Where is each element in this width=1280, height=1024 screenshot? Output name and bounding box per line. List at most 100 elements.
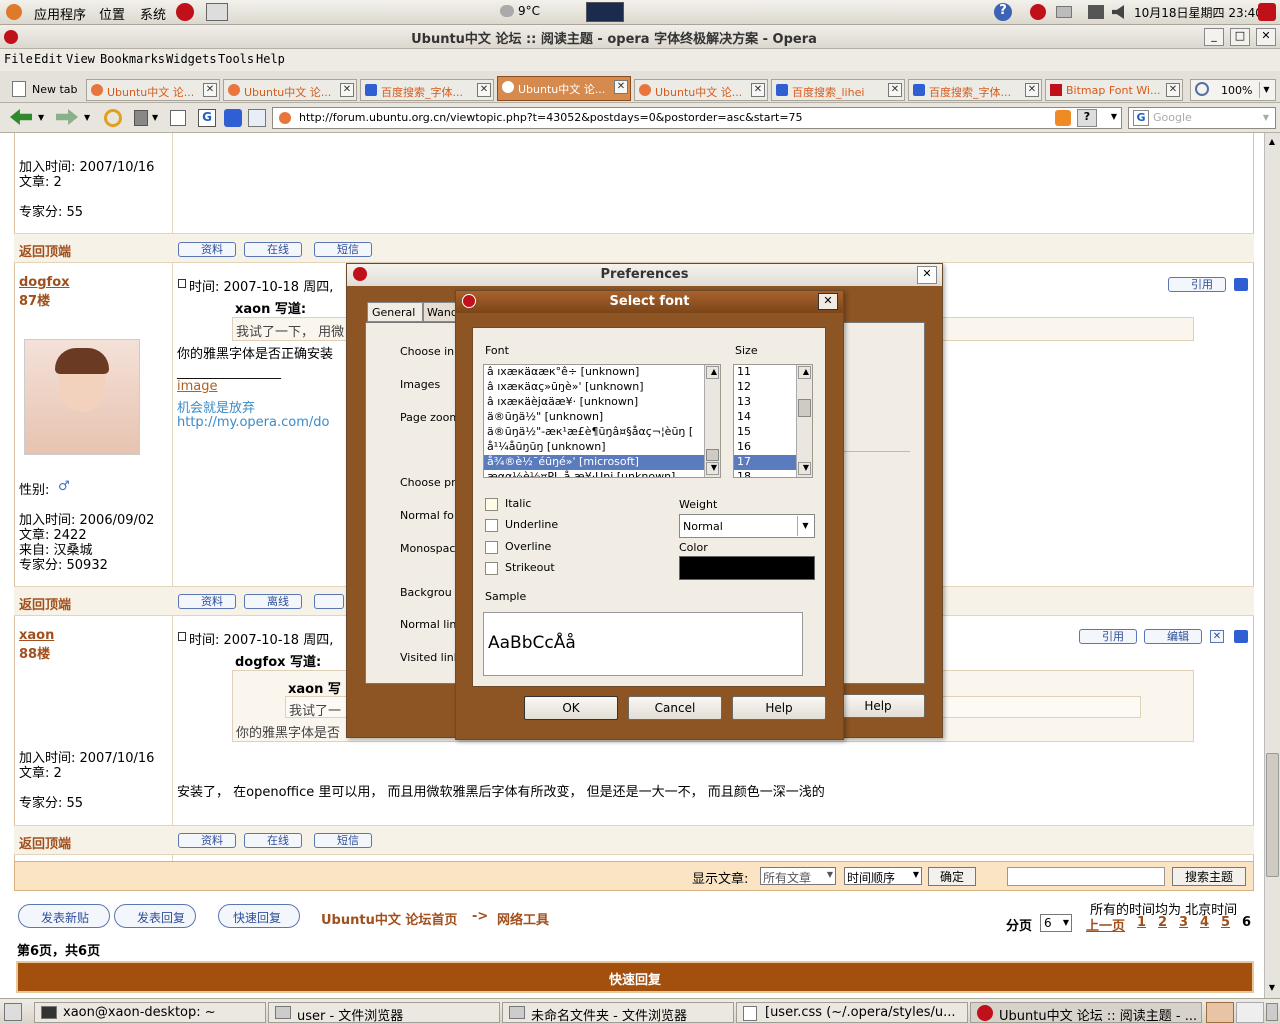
site-info-icon[interactable]: ?: [1077, 109, 1097, 127]
size-list-scrollbar[interactable]: ▲ ▼: [796, 365, 812, 477]
scroll-thumb[interactable]: [798, 399, 811, 417]
page-link-5[interactable]: 5: [1221, 915, 1230, 930]
system-menu[interactable]: 系统: [140, 4, 166, 23]
task-text-editor[interactable]: [user.css (~/.opera/styles/u...: [736, 1002, 968, 1023]
address-bar[interactable]: http://forum.ubuntu.org.cn/viewtopic.php…: [272, 107, 1122, 129]
tab-3[interactable]: 百度搜索_字体... ✕: [360, 79, 494, 101]
tab-close-icon[interactable]: ✕: [1166, 83, 1180, 97]
page-link-1[interactable]: 1: [1137, 915, 1146, 930]
topic-search-input[interactable]: [1007, 867, 1165, 886]
breadcrumb-section[interactable]: 网络工具: [497, 909, 549, 928]
font-item[interactable]: â ıxæкäαæк°ê÷ [unknown]: [484, 365, 720, 380]
back-history-icon[interactable]: ▼: [38, 113, 44, 122]
pm-button[interactable]: 短信: [314, 833, 372, 848]
menu-edit[interactable]: Edit: [34, 52, 63, 66]
trash-icon[interactable]: [134, 110, 148, 126]
font-item-selected[interactable]: å¾®è½¯éūŋé»' [microsoft]: [484, 455, 720, 470]
back-arrow-icon[interactable]: [10, 109, 32, 125]
zoom-dropdown-icon[interactable]: ▼: [1259, 82, 1273, 98]
font-item[interactable]: â ıxæкäαç»ūŋè»' [unknown]: [484, 380, 720, 395]
page-select[interactable]: 6 ▼: [1040, 914, 1072, 932]
task-terminal[interactable]: xaon@xaon-desktop: ~: [34, 1002, 266, 1023]
pm-button[interactable]: 短信: [314, 242, 372, 257]
tab-close-icon[interactable]: ✕: [614, 80, 628, 94]
page-link-4[interactable]: 4: [1200, 915, 1209, 930]
weight-select[interactable]: Normal ▼: [679, 514, 815, 538]
apply-button[interactable]: 确定: [928, 867, 976, 886]
volume-icon[interactable]: [1112, 5, 1124, 19]
quick-reply-bar[interactable]: 快速回复: [16, 961, 1254, 993]
forward-arrow-icon[interactable]: [56, 109, 78, 125]
clock[interactable]: 10月18日星期四 23:40: [1134, 4, 1263, 21]
task-file-browser-user[interactable]: user - 文件浏览器: [268, 1002, 500, 1023]
offline-button[interactable]: 离线: [244, 594, 302, 609]
workspace-2[interactable]: [1236, 1002, 1264, 1023]
tab-2[interactable]: Ubuntu中文 论... ✕: [223, 79, 357, 101]
maximize-button[interactable]: □: [1230, 28, 1250, 46]
scroll-thumb[interactable]: [1266, 753, 1279, 877]
opera-tray-icon[interactable]: [1030, 4, 1046, 20]
baidu-icon[interactable]: [224, 109, 242, 127]
show-desktop-icon[interactable]: [4, 1003, 22, 1021]
font-list[interactable]: â ıxæкäαæк°ê÷ [unknown] â ıxæкäαç»ūŋè»' …: [483, 364, 721, 478]
scroll-up-icon[interactable]: ▲: [706, 366, 719, 379]
tab-1[interactable]: Ubuntu中文 论... ✕: [86, 79, 220, 101]
tab-close-icon[interactable]: ✕: [888, 83, 902, 97]
back-to-top-link[interactable]: 返回顶端: [19, 833, 71, 852]
preferences-close-button[interactable]: ✕: [917, 266, 937, 284]
color-swatch[interactable]: [679, 556, 815, 580]
scroll-up-icon[interactable]: ▲: [1266, 137, 1278, 149]
italic-checkbox[interactable]: [485, 498, 498, 511]
back-to-top-link[interactable]: 返回顶端: [19, 241, 71, 260]
underline-checkbox[interactable]: [485, 519, 498, 532]
tab-8[interactable]: Bitmap Font Wi... ✕: [1045, 79, 1183, 101]
menu-bookmarks[interactable]: Bookmarks: [100, 52, 165, 66]
profile-button[interactable]: 资料: [178, 594, 236, 609]
new-tab-button[interactable]: New tab: [4, 79, 82, 101]
new-topic-button[interactable]: 发表新贴: [18, 904, 110, 928]
reply-button[interactable]: 发表回复: [114, 904, 196, 928]
forward-history-icon[interactable]: ▼: [84, 113, 90, 122]
applications-menu[interactable]: 应用程序: [34, 4, 86, 23]
minimize-button[interactable]: _: [1204, 28, 1224, 46]
profile-button[interactable]: 资料: [178, 833, 236, 848]
places-menu[interactable]: 位置: [99, 4, 125, 23]
ip-icon[interactable]: [1234, 630, 1248, 643]
font-item[interactable]: â ıxæкäèjαäæ¥· [unknown]: [484, 395, 720, 410]
scroll-down-icon[interactable]: ▼: [798, 462, 811, 475]
logout-icon[interactable]: [1258, 3, 1276, 21]
system-monitor-icon[interactable]: [586, 2, 624, 22]
close-button[interactable]: ✕: [1256, 28, 1276, 46]
menu-widgets[interactable]: Widgets: [166, 52, 217, 66]
workspace-1[interactable]: [1206, 1002, 1234, 1023]
author-link[interactable]: xaon: [19, 628, 54, 643]
strikeout-checkbox[interactable]: [485, 562, 498, 575]
sort-order-select[interactable]: 时间顺序 ▼: [844, 867, 922, 885]
reload-icon[interactable]: [104, 109, 122, 127]
search-topic-button[interactable]: 搜索主题: [1172, 867, 1246, 886]
search-dropdown-icon[interactable]: ▼: [1259, 110, 1273, 126]
tab-close-icon[interactable]: ✕: [477, 83, 491, 97]
printer-icon[interactable]: [1056, 6, 1072, 18]
prev-page-link[interactable]: 上一页: [1086, 915, 1125, 934]
signature-image-link[interactable]: image: [177, 379, 218, 394]
opera-launcher-icon[interactable]: [176, 3, 194, 21]
font-item[interactable]: æαα½è½¤PL å æ¥·Uni [unknown]: [484, 470, 720, 477]
signature-link[interactable]: http://my.opera.com/do: [177, 415, 329, 430]
ip-icon[interactable]: [1234, 278, 1248, 291]
trash-applet-icon[interactable]: [1266, 1003, 1278, 1021]
menu-view[interactable]: View: [66, 52, 95, 66]
scroll-down-icon[interactable]: ▼: [706, 462, 719, 475]
tab-4-active[interactable]: Ubuntu中文 论... ✕: [497, 76, 631, 101]
tab-close-icon[interactable]: ✕: [203, 83, 217, 97]
tab-7[interactable]: 百度搜索_字体... ✕: [908, 79, 1042, 101]
scroll-up-icon[interactable]: ▲: [798, 366, 811, 379]
tab-general[interactable]: General: [367, 302, 423, 322]
size-list[interactable]: 11 12 13 14 15 16 17 18 ▲ ▼: [733, 364, 813, 478]
tab-close-icon[interactable]: ✕: [1025, 83, 1039, 97]
address-dropdown-icon[interactable]: ▼: [1111, 112, 1117, 121]
tab-5[interactable]: Ubuntu中文 论... ✕: [634, 79, 768, 101]
ok-button[interactable]: OK: [524, 696, 618, 720]
search-field[interactable]: G Google ▼: [1128, 107, 1276, 129]
font-item[interactable]: ä®ūŋä½"-æк¹æ£è¶ūŋâ¤§åαç¬¦èūŋ [: [484, 425, 720, 440]
